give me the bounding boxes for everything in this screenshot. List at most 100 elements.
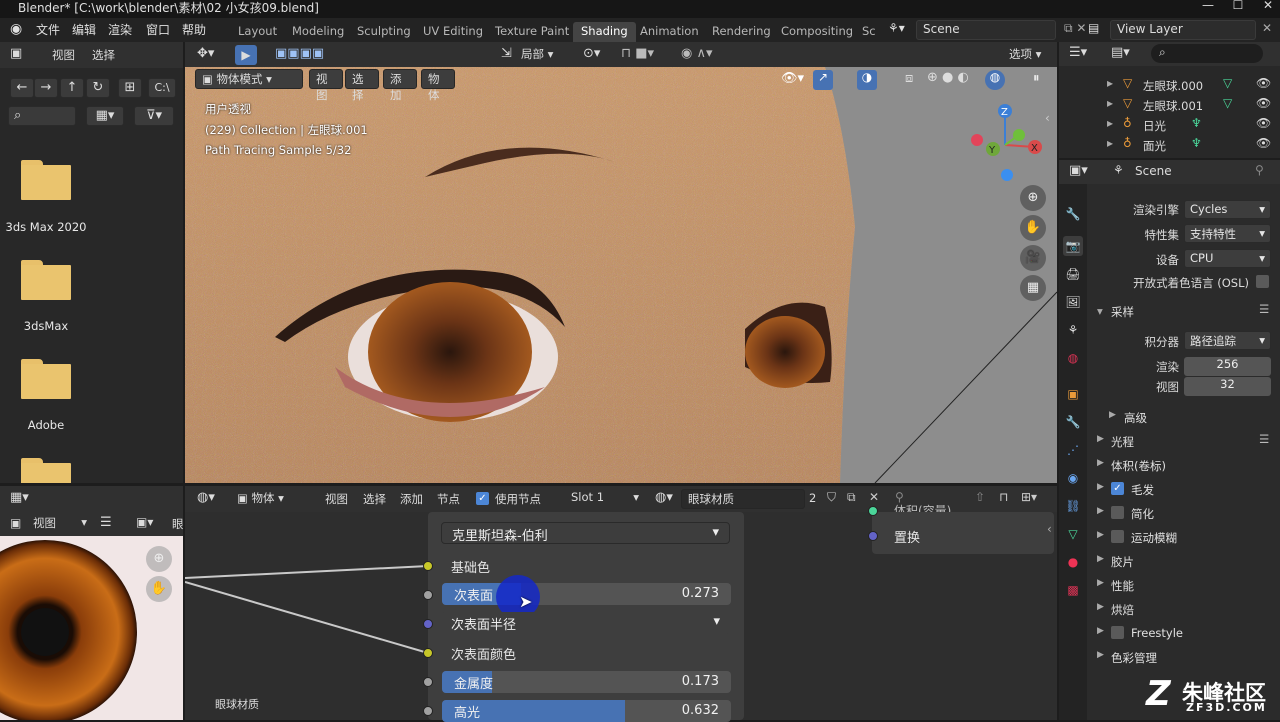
base-color-socket[interactable] [423, 561, 433, 571]
displacement-socket[interactable] [868, 531, 878, 541]
metallic-socket[interactable] [423, 677, 433, 687]
viewport-menu-select[interactable]: 选择 [345, 69, 379, 102]
viewport-menu-object[interactable]: 物体 [421, 69, 455, 102]
render-samples-field[interactable]: 256 [1184, 357, 1271, 376]
node-menu-node[interactable]: 节点 [437, 491, 460, 507]
xray-icon[interactable]: ⧈ [905, 71, 913, 86]
color-management-panel-header[interactable]: ▶ 色彩管理 [1089, 646, 1277, 668]
object-mode-dropdown[interactable]: ▣ 物体模式 ▾ [195, 69, 303, 89]
new-folder-button[interactable]: ⊞ [118, 78, 142, 98]
physics-tab-icon[interactable]: ◉ [1063, 468, 1083, 488]
refresh-button[interactable]: ↻ [86, 78, 110, 98]
data-tab-icon[interactable]: ▽ [1063, 524, 1083, 544]
duplicate-material-icon[interactable]: ⧉ [847, 490, 856, 505]
viewport-menu-view[interactable]: 视图 [309, 69, 343, 102]
folder-item[interactable]: 3dsMax [0, 260, 183, 350]
path-field[interactable]: C:\ [148, 78, 176, 98]
zoom-icon[interactable]: ⊕ [1020, 185, 1046, 211]
file-browser-menu-view[interactable]: 视图 [52, 47, 75, 63]
menu-icon[interactable]: ☰ [100, 515, 112, 530]
image-mode-icon[interactable]: ▣ [10, 516, 21, 530]
subsurface-radius-socket[interactable] [423, 619, 433, 629]
tab-scripting[interactable]: Sc [862, 22, 876, 42]
viewport-menu-add[interactable]: 添加 [383, 69, 417, 102]
3d-viewport[interactable]: 用户透视 (229) Collection | 左眼球.001 Path Tra… [185, 67, 1057, 483]
camera-icon[interactable]: 🎥 [1020, 245, 1046, 271]
orientation-icon[interactable]: ⇲ [501, 46, 512, 61]
material-output-node[interactable]: 体积(容量) 置换 [868, 504, 1054, 554]
osl-checkbox[interactable] [1256, 275, 1269, 288]
rendered-shading-icon[interactable]: ◍ [985, 70, 1005, 90]
eye-icon[interactable]: 👁 [1256, 116, 1271, 130]
forward-button[interactable]: → [34, 78, 58, 98]
image-browse-icon[interactable]: ▣▾ [136, 515, 153, 529]
file-browser-menu-select[interactable]: 选择 [92, 47, 115, 63]
texture-tab-icon[interactable]: ▩ [1063, 580, 1083, 600]
display-mode-icon[interactable]: ▤▾ [1111, 45, 1130, 60]
particles-tab-icon[interactable]: ⋰ [1063, 440, 1083, 460]
simplify-checkbox[interactable] [1111, 506, 1124, 519]
freestyle-checkbox[interactable] [1111, 626, 1124, 639]
perspective-grid-icon[interactable]: ▦ [1020, 275, 1046, 301]
options-dropdown[interactable]: 选项 ▾ [1003, 45, 1051, 65]
material-browse-icon[interactable]: ◍▾ [655, 490, 673, 505]
tab-modeling[interactable]: Modeling [292, 22, 344, 42]
outliner-editor-icon[interactable]: ☰▾ [1069, 45, 1087, 60]
motion-blur-checkbox[interactable] [1111, 530, 1124, 543]
tab-uv-editing[interactable]: UV Editing [423, 22, 483, 42]
metallic-slider[interactable]: 金属度 0.173 [442, 671, 731, 693]
back-button[interactable]: ← [10, 78, 34, 98]
outliner-item[interactable]: ▸ ♁ 日光 ♆ 👁 [1059, 115, 1280, 135]
node-editor-canvas[interactable]: 克里斯坦森-伯利 ▾ 基础色 次表面 0.273 ➤ 次表面半径 ▾ 次表面颜色 金… [185, 504, 1057, 722]
outliner-item[interactable]: ▸ ♁ 面光 ♆ 👁 [1059, 135, 1280, 155]
eye-icon[interactable]: 👁 [1256, 96, 1271, 110]
feature-set-dropdown[interactable]: 支持特性 ▾ [1184, 224, 1271, 243]
view-layer-tab-icon[interactable]: 🖼 [1063, 292, 1083, 312]
fake-user-icon[interactable]: ⛉ [827, 490, 836, 505]
navigation-gizmo[interactable]: Z X Y [965, 101, 1045, 181]
filter-dropdown[interactable]: ⊽▾ [134, 106, 174, 126]
tool-tab-icon[interactable]: 🔧 [1063, 204, 1083, 224]
file-search-input[interactable]: ⌕ [8, 106, 76, 126]
tab-sculpting[interactable]: Sculpting [357, 22, 411, 42]
folder-item[interactable]: Adobe [0, 359, 183, 449]
advanced-subpanel-header[interactable]: ▶ 高级 [1089, 406, 1277, 428]
scene-selector[interactable]: Scene [916, 20, 1056, 40]
device-dropdown[interactable]: CPU ▾ [1184, 249, 1271, 268]
freestyle-panel-header[interactable]: ▶ Freestyle [1089, 622, 1277, 644]
subsurface-radius-field[interactable]: 次表面半径 ▾ [441, 612, 730, 634]
snap-mode-icon[interactable]: ⊞▾ [1021, 490, 1037, 504]
overlay-toggle-icon[interactable]: ◑ [857, 70, 877, 90]
eye-icon[interactable]: 👁 [1256, 136, 1271, 150]
image-name-field[interactable]: 眼 [172, 516, 183, 532]
light-paths-panel-header[interactable]: ▶ 光程 ☰ [1089, 430, 1277, 452]
hair-checkbox[interactable]: ✓ [1111, 482, 1124, 495]
viewport-samples-field[interactable]: 32 [1184, 377, 1271, 396]
transform-orientation-dropdown[interactable]: 局部 ▾ [515, 45, 575, 65]
outliner-item[interactable]: ▸ ▽ 左眼球.001 ▽ 👁 [1059, 95, 1280, 115]
sidebar-toggle-icon[interactable]: ‹ [1047, 522, 1052, 536]
scene-icon[interactable]: ⚘▾ [888, 21, 905, 35]
display-mode-dropdown[interactable]: ▦▾ [86, 106, 124, 126]
material-user-count[interactable]: 2 [809, 491, 816, 505]
use-nodes-checkbox[interactable]: ✓ [476, 492, 489, 505]
motion-blur-panel-header[interactable]: ▶ 运动模糊 [1089, 526, 1277, 548]
modifier-tab-icon[interactable]: 🔧 [1063, 412, 1083, 432]
gizmo-toggle-icon[interactable]: ↗ [813, 70, 833, 90]
properties-editor-icon[interactable]: ▣▾ [1069, 163, 1088, 178]
image-view-dropdown[interactable]: 视图 ▾ [28, 514, 92, 533]
maximize-button[interactable]: ☐ [1228, 0, 1248, 16]
subsurface-slider[interactable]: 次表面 0.273 [442, 583, 731, 605]
presets-icon[interactable]: ☰ [1259, 302, 1269, 316]
file-browser-editor-icon[interactable]: ▣ [10, 46, 22, 61]
tab-animation[interactable]: Animation [640, 22, 699, 42]
bake-panel-header[interactable]: ▶ 烘焙 [1089, 598, 1277, 620]
volumes-panel-header[interactable]: ▶ 体积(卷标) [1089, 454, 1277, 476]
image-editor-icon[interactable]: ▦▾ [10, 490, 29, 505]
visibility-icon[interactable]: 👁▾ [781, 71, 804, 86]
menu-help[interactable]: 帮助 [182, 21, 206, 38]
close-window-button[interactable]: ✕ [1258, 0, 1278, 16]
pin-icon[interactable]: ⚲ [1255, 163, 1264, 177]
node-menu-view[interactable]: 视图 [325, 491, 348, 507]
node-menu-add[interactable]: 添加 [400, 491, 423, 507]
